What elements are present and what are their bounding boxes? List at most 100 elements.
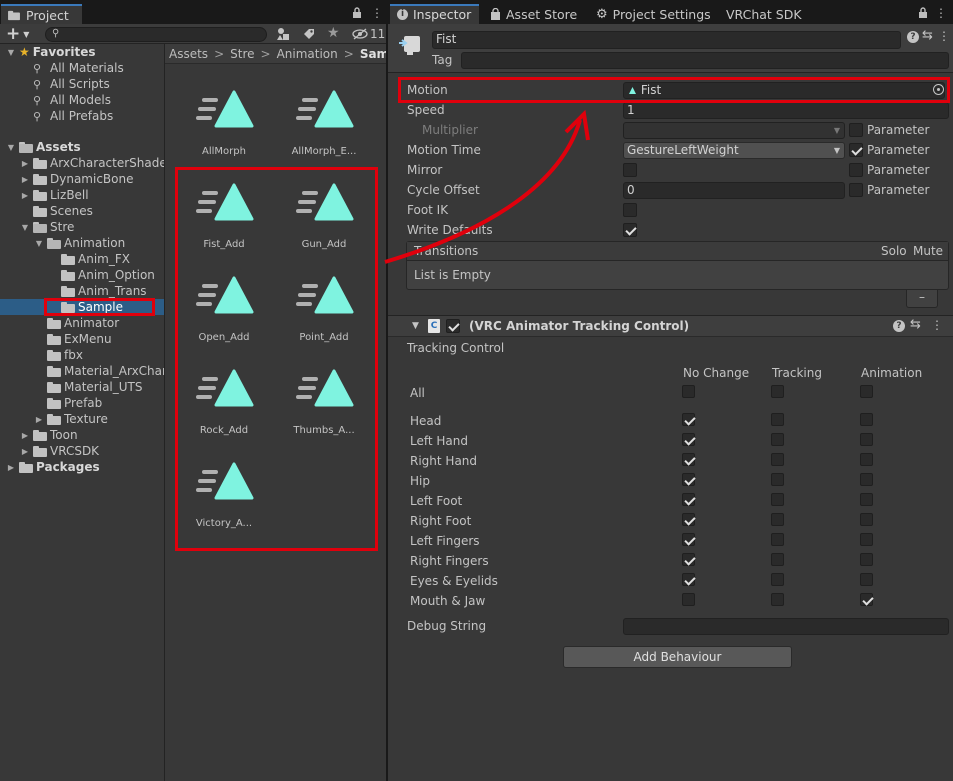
tree-item[interactable]: ▼ Animation [34, 235, 125, 251]
packages-header[interactable]: ▶ Packages [6, 459, 100, 475]
favorite-item[interactable]: ⚲ All Scripts [33, 76, 110, 92]
mirror-parameter-checkbox[interactable] [849, 163, 863, 177]
tracking-no-change-checkbox[interactable] [682, 593, 695, 606]
more-options-icon[interactable]: ⋮ [371, 6, 383, 20]
expand-arrow-icon[interactable]: ▼ [6, 47, 16, 57]
mirror-checkbox[interactable] [623, 163, 637, 177]
foldout-arrow-icon[interactable]: ▼ [412, 321, 419, 331]
tracking-no-change-checkbox[interactable] [682, 573, 695, 586]
tracking-no-change-checkbox[interactable] [682, 433, 695, 446]
cycle-offset-field[interactable]: 0 [623, 182, 845, 199]
filter-by-label-icon[interactable] [302, 27, 316, 41]
tracking-no-change-checkbox[interactable] [682, 385, 695, 398]
tree-item[interactable]: ▶ Toon [20, 427, 78, 443]
tracking-animation-checkbox[interactable] [860, 573, 873, 586]
tag-field[interactable] [461, 52, 949, 69]
speed-field[interactable]: 1 [623, 102, 949, 119]
hidden-packages-button[interactable]: 11 [352, 27, 385, 41]
expand-arrow-icon[interactable]: ▶ [6, 462, 16, 472]
tracking-no-change-checkbox[interactable] [682, 413, 695, 426]
favorite-item[interactable]: ⚲ All Materials [33, 60, 124, 76]
multiplier-parameter-checkbox[interactable] [849, 123, 863, 137]
tab-asset-store[interactable]: Asset Store [490, 4, 577, 24]
favorites-header[interactable]: ▼ ★ Favorites [6, 44, 96, 60]
tree-item[interactable]: Material_UTS [34, 379, 142, 395]
tree-item[interactable]: ▶ ArxCharacterShaders [20, 155, 178, 171]
tracking-tracking-checkbox[interactable] [771, 533, 784, 546]
component-more-icon[interactable]: ⋮ [931, 318, 943, 332]
expand-arrow-icon[interactable]: ▶ [20, 430, 30, 440]
remove-transition-button[interactable]: – [906, 290, 938, 308]
tree-item[interactable]: Animator [34, 315, 119, 331]
tracking-tracking-checkbox[interactable] [771, 573, 784, 586]
tree-item[interactable]: Anim_Trans [48, 283, 147, 299]
tracking-no-change-checkbox[interactable] [682, 513, 695, 526]
breadcrumb-item[interactable]: Assets [169, 47, 208, 61]
search-input[interactable]: ⚲ [45, 27, 267, 42]
tracking-tracking-checkbox[interactable] [771, 553, 784, 566]
expand-arrow-icon[interactable]: ▶ [20, 174, 30, 184]
tracking-tracking-checkbox[interactable] [771, 433, 784, 446]
tracking-tracking-checkbox[interactable] [771, 593, 784, 606]
tracking-animation-checkbox[interactable] [860, 473, 873, 486]
tree-item[interactable]: Scenes [20, 203, 93, 219]
favorite-item[interactable]: ⚲ All Prefabs [33, 108, 113, 124]
assets-header[interactable]: ▼ Assets [6, 139, 81, 155]
tree-item[interactable]: fbx [34, 347, 83, 363]
debug-string-field[interactable] [623, 618, 949, 635]
tree-item[interactable]: ▶ Texture [34, 411, 108, 427]
expand-arrow-icon[interactable]: ▼ [20, 222, 30, 232]
component-presets-icon[interactable]: ⇆ [910, 317, 921, 332]
tracking-tracking-checkbox[interactable] [771, 493, 784, 506]
animation-clip-asset[interactable]: AllMorph_E... [282, 86, 366, 157]
add-behaviour-button[interactable]: Add Behaviour [563, 646, 792, 668]
favorites-star-icon[interactable]: ★ [327, 25, 340, 41]
inspector-lock-icon[interactable] [918, 7, 928, 18]
motion-time-dropdown[interactable]: GestureLeftWeight ▼ [623, 142, 845, 159]
inspector-more-icon[interactable]: ⋮ [935, 6, 947, 20]
tree-item[interactable]: ▼ Stre [20, 219, 74, 235]
component-enabled-checkbox[interactable] [446, 319, 460, 333]
tracking-tracking-checkbox[interactable] [771, 413, 784, 426]
tracking-no-change-checkbox[interactable] [682, 453, 695, 466]
add-button[interactable]: + ▼ [6, 24, 29, 44]
cycle-offset-parameter-checkbox[interactable] [849, 183, 863, 197]
tree-item[interactable]: ▶ VRCSDK [20, 443, 99, 459]
tracking-no-change-checkbox[interactable] [682, 533, 695, 546]
tracking-animation-checkbox[interactable] [860, 493, 873, 506]
expand-arrow-icon[interactable]: ▶ [20, 190, 30, 200]
tree-item[interactable]: ExMenu [34, 331, 112, 347]
tab-project-settings[interactable]: ⚙ Project Settings [596, 4, 711, 24]
tracking-animation-checkbox[interactable] [860, 553, 873, 566]
tracking-animation-checkbox[interactable] [860, 453, 873, 466]
tracking-animation-checkbox[interactable] [860, 593, 873, 606]
breadcrumb-item[interactable]: Sample [360, 47, 386, 61]
component-help-icon[interactable]: ? [893, 320, 905, 332]
tree-item[interactable]: ▶ DynamicBone [20, 171, 134, 187]
tracking-animation-checkbox[interactable] [860, 533, 873, 546]
expand-arrow-icon[interactable]: ▼ [6, 142, 16, 152]
tree-item[interactable]: Anim_Option [48, 267, 155, 283]
expand-arrow-icon[interactable]: ▶ [20, 446, 30, 456]
tab-inspector-content[interactable]: i Inspector [397, 4, 471, 24]
animation-clip-asset[interactable]: AllMorph [182, 86, 266, 157]
expand-arrow-icon[interactable]: ▶ [34, 414, 44, 424]
help-icon[interactable]: ? [907, 31, 919, 43]
expand-arrow-icon[interactable]: ▶ [20, 158, 30, 168]
tracking-tracking-checkbox[interactable] [771, 513, 784, 526]
tracking-no-change-checkbox[interactable] [682, 473, 695, 486]
tracking-animation-checkbox[interactable] [860, 433, 873, 446]
motion-time-parameter-checkbox[interactable] [849, 143, 863, 157]
project-tab[interactable]: Project [1, 4, 82, 24]
foot-ik-checkbox[interactable] [623, 203, 637, 217]
tree-item[interactable]: Prefab [34, 395, 102, 411]
tracking-tracking-checkbox[interactable] [771, 385, 784, 398]
filter-by-type-icon[interactable] [276, 27, 290, 41]
presets-icon[interactable]: ⇆ [922, 28, 933, 43]
tracking-no-change-checkbox[interactable] [682, 553, 695, 566]
name-field[interactable]: Fist [432, 31, 901, 49]
component-menu-icon[interactable]: ⋮ [938, 29, 950, 43]
tracking-animation-checkbox[interactable] [860, 385, 873, 398]
tracking-no-change-checkbox[interactable] [682, 493, 695, 506]
expand-arrow-icon[interactable]: ▼ [34, 238, 44, 248]
